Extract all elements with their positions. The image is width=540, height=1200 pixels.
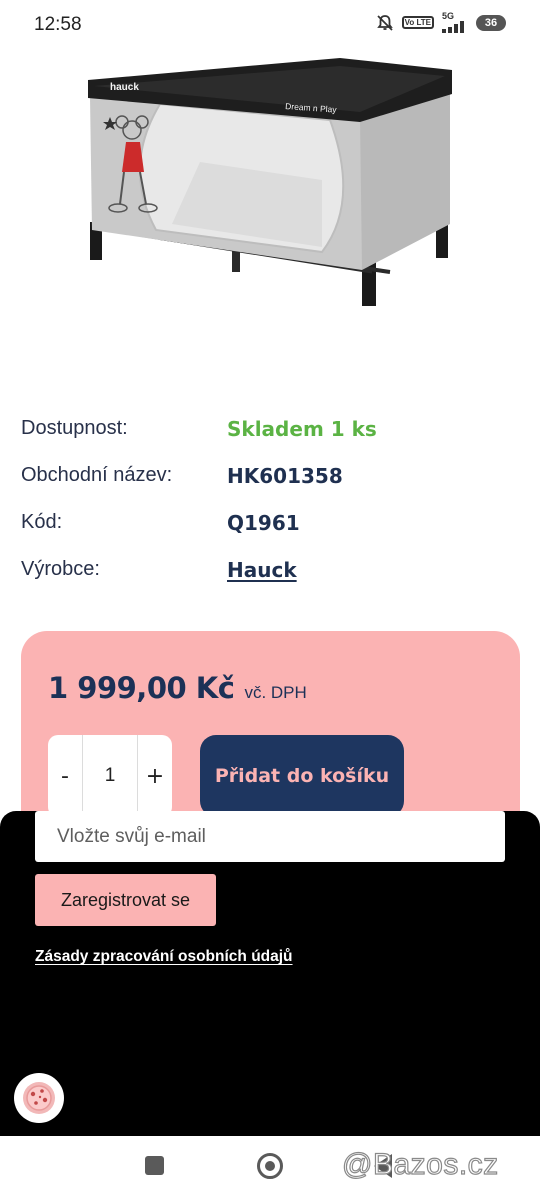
info-row-trade-name: Obchodní název: HK601358	[21, 452, 521, 499]
availability-label: Dostupnost:	[21, 417, 128, 439]
brand-label: hauck	[110, 82, 139, 93]
status-time: 12:58	[34, 14, 82, 35]
product-info: Dostupnost: Skladem 1 ks Obchodní název:…	[21, 405, 521, 593]
register-button[interactable]: Zaregistrovat se	[35, 874, 216, 926]
email-input[interactable]: Vložte svůj e-mail	[35, 811, 505, 862]
quantity-input[interactable]: 1	[82, 735, 138, 817]
network-label: 5G	[442, 11, 455, 21]
info-row-manufacturer: Výrobce: Hauck	[21, 546, 521, 593]
info-row-code: Kód: Q1961	[21, 499, 521, 546]
trade-name-label: Obchodní název:	[21, 464, 173, 486]
cookie-icon[interactable]	[14, 1073, 64, 1123]
quantity-decrease-button[interactable]: -	[48, 735, 82, 817]
trade-name-value: HK601358	[227, 463, 343, 488]
volte-icon: Vo LTE	[401, 16, 434, 29]
newsletter-panel: Vložte svůj e-mail Zaregistrovat se Zása…	[0, 811, 540, 1136]
status-bar: 12:58 Vo LTE 5G 36	[0, 0, 540, 50]
price-vat-label: vč. DPH	[244, 683, 307, 702]
bell-off-icon	[376, 14, 394, 32]
battery-icon: 36	[476, 14, 506, 31]
manufacturer-link[interactable]: Hauck	[227, 558, 297, 582]
5g-signal-icon: 5G	[442, 12, 468, 33]
price-value: 1 999,00 Kč	[48, 671, 235, 705]
price: 1 999,00 Kč vč. DPH	[48, 671, 307, 705]
product-image: hauck Dream n Play	[60, 52, 460, 322]
privacy-policy-link[interactable]: Zásady zpracování osobních údajů	[35, 948, 293, 966]
code-label: Kód:	[21, 511, 63, 533]
quantity-stepper: - 1 +	[48, 735, 172, 817]
recent-apps-icon[interactable]	[145, 1156, 164, 1175]
info-row-availability: Dostupnost: Skladem 1 ks	[21, 405, 521, 452]
code-value: Q1961	[227, 510, 300, 535]
quantity-increase-button[interactable]: +	[138, 735, 172, 817]
add-to-cart-button[interactable]: Přidat do košíku	[200, 735, 404, 817]
home-icon[interactable]	[257, 1153, 283, 1179]
watermark: @Bazos.cz	[341, 1147, 499, 1181]
page: 12:58 Vo LTE 5G 36 hauck Dream n Play Do…	[0, 0, 540, 1200]
manufacturer-label: Výrobce:	[21, 558, 100, 580]
system-nav-bar: @Bazos.cz	[0, 1136, 540, 1200]
availability-value: Skladem 1 ks	[227, 416, 377, 441]
status-icons: Vo LTE 5G 36	[376, 12, 506, 33]
